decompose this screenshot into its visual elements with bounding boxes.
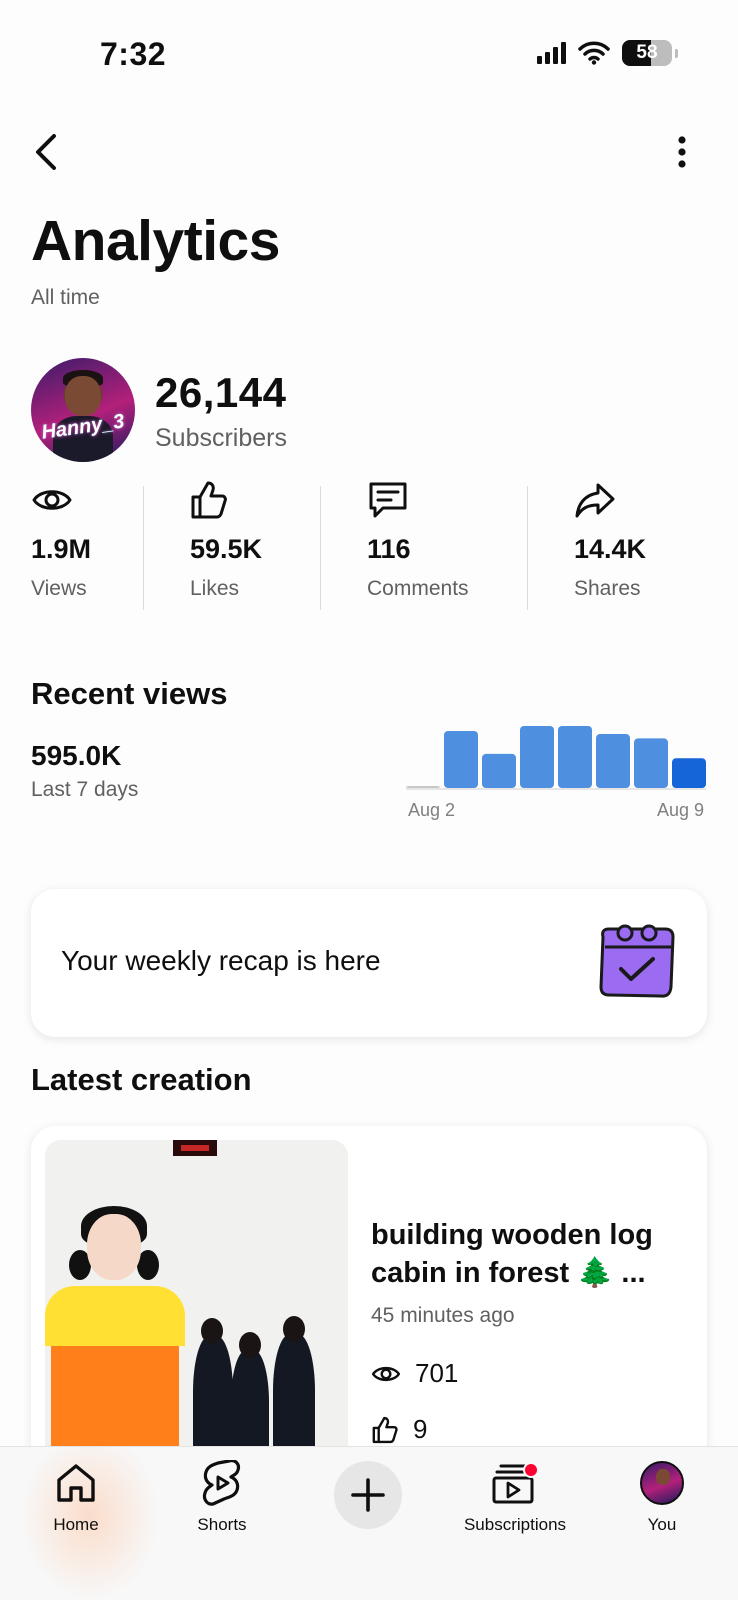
home-icon: [57, 1464, 95, 1502]
nav-shorts[interactable]: Shorts: [162, 1457, 282, 1535]
metric-value: 59.5K: [190, 534, 263, 564]
metric-label: Shares: [574, 577, 641, 600]
chart-bar: [520, 726, 554, 788]
thumbs-up-icon: [372, 1416, 398, 1443]
metric-comments[interactable]: 116 Comments: [367, 480, 469, 610]
subscriptions-icon: [492, 1462, 539, 1504]
chart-bar: [444, 730, 478, 788]
chart-bar: [596, 734, 630, 788]
bottom-navigation: Home Shorts Subscriptions You: [0, 1446, 738, 1600]
nav-label: You: [647, 1515, 677, 1534]
nav-you[interactable]: You: [602, 1457, 722, 1535]
metric-label: Views: [31, 577, 87, 600]
nav-home[interactable]: Home: [16, 1457, 136, 1535]
chart-tick-label: Aug 9: [657, 800, 704, 820]
comment-icon: [369, 482, 407, 518]
status-time: 7:32: [100, 36, 167, 72]
wifi-icon: [578, 41, 610, 65]
calendar-check-icon: [599, 924, 675, 998]
nav-subscriptions[interactable]: Subscriptions: [454, 1457, 576, 1535]
recent-views-value: 595.0K: [31, 740, 122, 771]
metric-likes[interactable]: 59.5K Likes: [190, 480, 262, 610]
share-icon: [575, 483, 615, 518]
more-options-button[interactable]: [658, 128, 706, 176]
subscriber-count: 26,144: [155, 368, 287, 416]
metric-shares[interactable]: 14.4K Shares: [574, 480, 646, 610]
latest-video-card[interactable]: building wooden log cabin in forest 🌲 ..…: [31, 1126, 707, 1466]
nav-label: Shorts: [197, 1515, 247, 1534]
metric-divider: [527, 486, 528, 610]
status-icons: 58: [537, 40, 678, 66]
battery-icon: 58: [622, 40, 672, 66]
profile-avatar: [640, 1461, 684, 1505]
subscriber-label: Subscribers: [155, 423, 287, 452]
chart-bar: [406, 786, 440, 788]
chart-bar: [634, 738, 668, 788]
video-title[interactable]: building wooden log cabin in forest 🌲 ..…: [371, 1216, 681, 1292]
latest-creation-title: Latest creation: [31, 1062, 252, 1097]
video-likes: 9: [371, 1414, 427, 1445]
time-range-label: All time: [31, 286, 100, 309]
video-likes-count: 9: [413, 1414, 428, 1444]
chart-bar: [672, 758, 706, 788]
nav-label: Subscriptions: [463, 1515, 567, 1534]
chart-bar: [482, 753, 516, 788]
status-bar: 7:32 58: [0, 0, 738, 100]
shorts-icon: [202, 1460, 241, 1506]
back-arrow-icon: [36, 134, 56, 170]
battery-percent: 58: [636, 42, 658, 63]
metric-divider: [320, 486, 321, 610]
chart-bar: [558, 726, 592, 788]
plus-icon: [351, 1478, 385, 1512]
recent-views-chart[interactable]: Aug 2 Aug 9: [406, 720, 706, 824]
eye-icon: [32, 490, 72, 510]
page-title: Analytics: [31, 209, 280, 273]
cellular-signal-icon: [537, 42, 566, 64]
video-age: 45 minutes ago: [371, 1304, 515, 1327]
video-thumbnail[interactable]: [45, 1140, 348, 1466]
weekly-recap-card[interactable]: Your weekly recap is here: [31, 889, 707, 1037]
recap-text: Your weekly recap is here: [61, 945, 381, 976]
video-views: 701: [371, 1358, 458, 1389]
more-vert-icon: [678, 136, 686, 168]
thumbs-up-icon: [191, 481, 227, 519]
eye-icon: [371, 1366, 401, 1381]
metric-divider: [143, 486, 144, 610]
chart-tick-label: Aug 2: [408, 800, 455, 820]
metric-value: 14.4K: [574, 534, 647, 564]
back-button[interactable]: [22, 128, 70, 176]
channel-avatar[interactable]: Hanny_3: [31, 358, 135, 462]
top-app-bar: [0, 118, 738, 186]
metric-value: 116: [367, 534, 411, 564]
nav-label: Home: [53, 1515, 99, 1534]
metric-label: Comments: [367, 577, 469, 600]
metrics-row: 1.9M Views 59.5K Likes 116 Comments 14.4…: [0, 480, 738, 610]
metric-value: 1.9M: [31, 534, 92, 564]
metric-label: Likes: [190, 577, 240, 600]
create-button[interactable]: [334, 1461, 402, 1529]
recent-views-period: Last 7 days: [31, 778, 139, 801]
video-views-count: 701: [415, 1358, 459, 1388]
recent-views-title: Recent views: [31, 676, 228, 711]
channel-summary: Hanny_3 26,144 Subscribers: [31, 358, 287, 462]
metric-views[interactable]: 1.9M Views: [31, 480, 91, 610]
